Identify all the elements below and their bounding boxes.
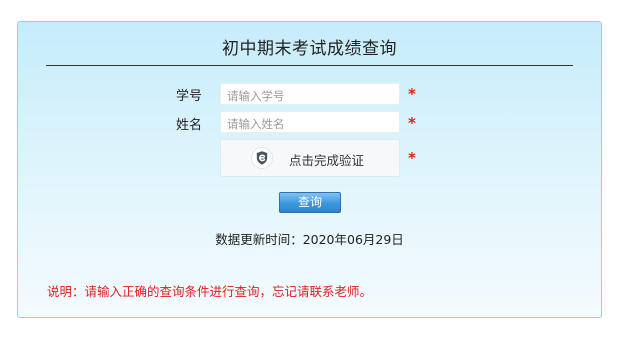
query-button[interactable]: 查询	[279, 192, 341, 213]
update-time: 数据更新时间：2020年06月29日	[215, 232, 404, 247]
student-id-required-mark: *	[408, 85, 416, 103]
captcha-button[interactable]: 点击完成验证	[220, 139, 400, 177]
shield-check-icon	[252, 148, 272, 168]
captcha-label: 点击完成验证	[289, 153, 365, 168]
instructions-note: 说明：请输入正确的查询条件进行查询，忘记请联系老师。	[47, 284, 373, 299]
student-id-input[interactable]: 请输入学号	[220, 83, 400, 105]
student-id-label: 学号	[175, 89, 202, 104]
captcha-required-mark: *	[408, 149, 416, 167]
name-label: 姓名	[175, 118, 202, 133]
page-title: 初中期末考试成绩查询	[222, 39, 397, 59]
query-panel: 初中期末考试成绩查询 学号 请输入学号 * 姓名 请输入姓名 * 点击完成验证 …	[17, 21, 602, 318]
title-divider	[46, 65, 573, 66]
name-input[interactable]: 请输入姓名	[220, 111, 400, 133]
name-required-mark: *	[408, 114, 416, 132]
